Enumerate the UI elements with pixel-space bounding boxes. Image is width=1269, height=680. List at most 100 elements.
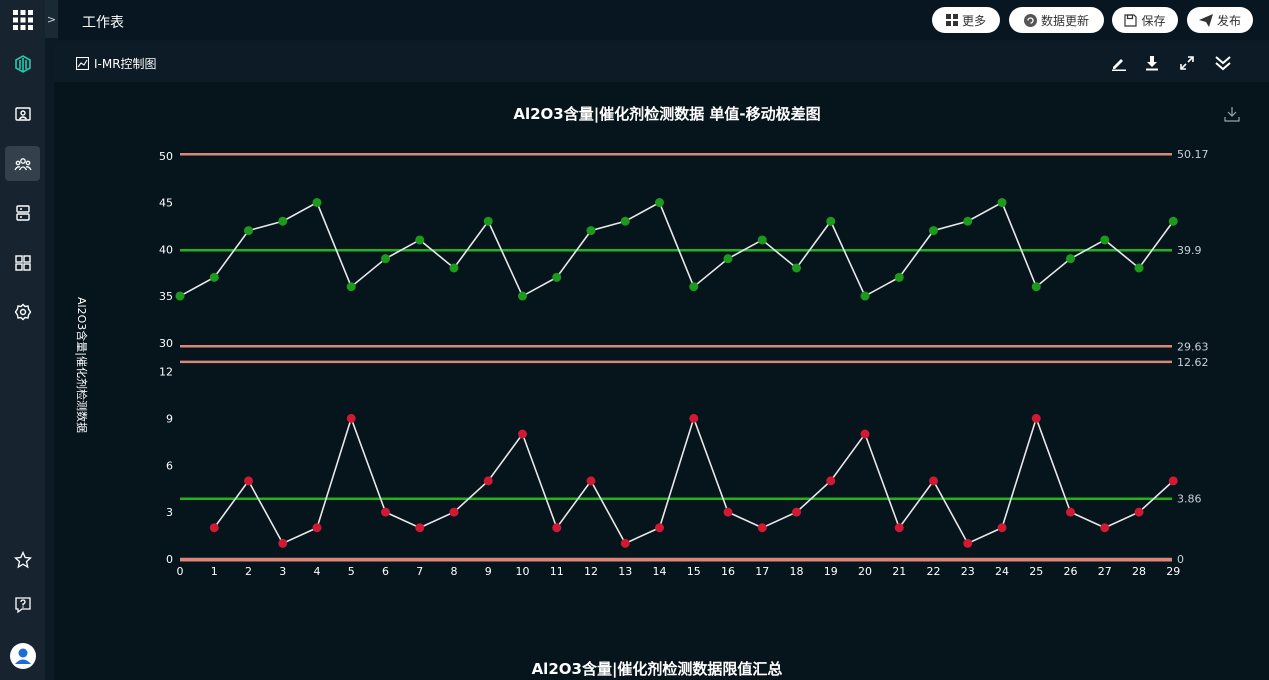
mr-x-tick-label: 7	[416, 565, 423, 578]
mr-x-tick-label: 20	[858, 565, 872, 578]
indiv-data-point	[278, 216, 288, 226]
mr-data-point	[792, 507, 801, 517]
mr-data-point	[963, 538, 973, 548]
mr-data-point	[1134, 507, 1144, 517]
mr-x-tick-label: 25	[1029, 565, 1043, 578]
chart-title: Al2O3含量|催化剂检测数据 单值-移动极差图	[513, 105, 820, 124]
mr-x-tick-label: 12	[584, 565, 598, 578]
indiv-data-point	[586, 226, 596, 236]
mr-x-tick-label: 17	[755, 565, 769, 578]
indiv-data-point	[449, 263, 459, 273]
mr-data-point	[381, 507, 390, 517]
indiv-data-point	[997, 198, 1007, 208]
mr-data-point	[655, 523, 664, 533]
mr-data-point	[244, 476, 253, 486]
mr-data-point	[278, 538, 288, 548]
mr-x-tick-label: 1	[211, 565, 218, 578]
mr-x-tick-label: 11	[550, 565, 564, 578]
mr-data-point	[449, 507, 459, 517]
mr-data-point	[346, 413, 356, 423]
mr-x-tick-label: 18	[790, 565, 804, 578]
mr-data-point	[997, 523, 1007, 533]
indiv-data-point	[620, 216, 630, 226]
mr-x-tick-label: 8	[451, 565, 458, 578]
indiv-data-point	[1031, 282, 1041, 292]
mr-data-point	[415, 523, 425, 533]
imr-chart: Al2O3含量|催化剂检测数据 单值-移动极差图 Al2O3含量|催化剂检测数据…	[75, 105, 1240, 679]
mr-data-point	[552, 523, 562, 533]
indiv-data-point	[312, 198, 322, 208]
mr-y-tick-label: 12	[159, 366, 173, 379]
mr-data-point	[1066, 507, 1075, 517]
indiv-data-point	[346, 282, 356, 292]
mr-y-tick-label: 9	[166, 412, 173, 425]
mr-series-line	[213, 415, 1174, 545]
mr-data-point	[757, 523, 767, 533]
mr-data-point	[518, 429, 527, 439]
indiv-ucl-label: 50.17	[1177, 148, 1209, 161]
indiv-data-point	[1066, 254, 1075, 264]
indiv-data-point	[723, 254, 733, 264]
indiv-data-point	[655, 198, 664, 208]
mr-x-tick-label: 29	[1166, 565, 1180, 578]
indiv-data-point	[757, 235, 767, 245]
mr-cl-label: 3.86	[1177, 493, 1202, 506]
indiv-data-point	[381, 254, 390, 264]
indiv-lcl-label: 29.63	[1177, 340, 1209, 353]
mr-x-tick-label: 22	[927, 565, 941, 578]
mr-data-point	[723, 507, 733, 517]
mr-x-tick-label: 3	[279, 565, 286, 578]
indiv-data-point	[1168, 216, 1178, 226]
mr-y-tick-label: 3	[166, 506, 173, 519]
indiv-data-point	[963, 216, 973, 226]
indiv-data-point	[552, 272, 562, 282]
indiv-data-point	[483, 216, 493, 226]
mr-x-tick-label: 13	[618, 565, 632, 578]
indiv-data-point	[792, 263, 801, 273]
mr-data-point	[1168, 476, 1178, 486]
indiv-data-point	[826, 216, 836, 226]
mr-data-point	[1100, 523, 1110, 533]
indiv-data-point	[518, 291, 527, 301]
mr-x-tick-label: 27	[1098, 565, 1112, 578]
indiv-y-tick-label: 35	[159, 290, 173, 303]
indiv-data-point	[415, 235, 425, 245]
mr-data-point	[483, 476, 493, 486]
indiv-cl-label: 39.9	[1177, 244, 1202, 257]
mr-data-point	[929, 476, 938, 486]
mr-x-tick-label: 21	[892, 565, 906, 578]
indiv-data-point	[860, 291, 870, 301]
mr-x-tick-label: 0	[177, 565, 184, 578]
mr-x-tick-label: 19	[824, 565, 838, 578]
individuals-chart: 50 45 40 35 30 50.17 29.63 39.9	[159, 148, 1209, 353]
mr-x-tick-label: 23	[961, 565, 975, 578]
mr-data-point	[689, 413, 699, 423]
indiv-y-tick-label: 50	[159, 150, 173, 163]
mr-x-tick-label: 6	[382, 565, 389, 578]
mr-x-tick-label: 5	[348, 565, 355, 578]
indiv-y-tick-label: 30	[159, 337, 173, 350]
mr-x-tick-label: 24	[995, 565, 1009, 578]
indiv-data-point	[209, 272, 219, 282]
mr-x-tick-label: 16	[721, 565, 735, 578]
limit-summary-title: Al2O3含量|催化剂检测数据限值汇总	[532, 660, 783, 679]
mr-data-point	[586, 476, 596, 486]
mr-data-point	[860, 429, 870, 439]
mr-y-tick-label: 6	[166, 459, 173, 472]
mr-x-tick-label: 15	[687, 565, 701, 578]
mr-data-point	[620, 538, 630, 548]
moving-range-chart: 12963012.6203.860 1 2 3 4 5 6 7 8 9 10 11 12 13 14 15 16…	[159, 356, 1209, 578]
mr-x-tick-label: 4	[314, 565, 321, 578]
mr-ucl-label: 12.62	[1177, 356, 1209, 369]
indiv-data-point	[1100, 235, 1110, 245]
mr-data-point	[312, 523, 322, 533]
mr-y-tick-label: 0	[166, 553, 173, 566]
chart-download-icon[interactable]	[1224, 107, 1240, 122]
indiv-data-point	[244, 226, 253, 236]
mr-x-tick-label: 28	[1132, 565, 1146, 578]
indiv-data-point	[175, 291, 185, 301]
indiv-data-point	[1134, 263, 1144, 273]
mr-x-tick-label: 2	[245, 565, 252, 578]
indiv-data-point	[894, 272, 904, 282]
mr-data-point	[894, 523, 904, 533]
